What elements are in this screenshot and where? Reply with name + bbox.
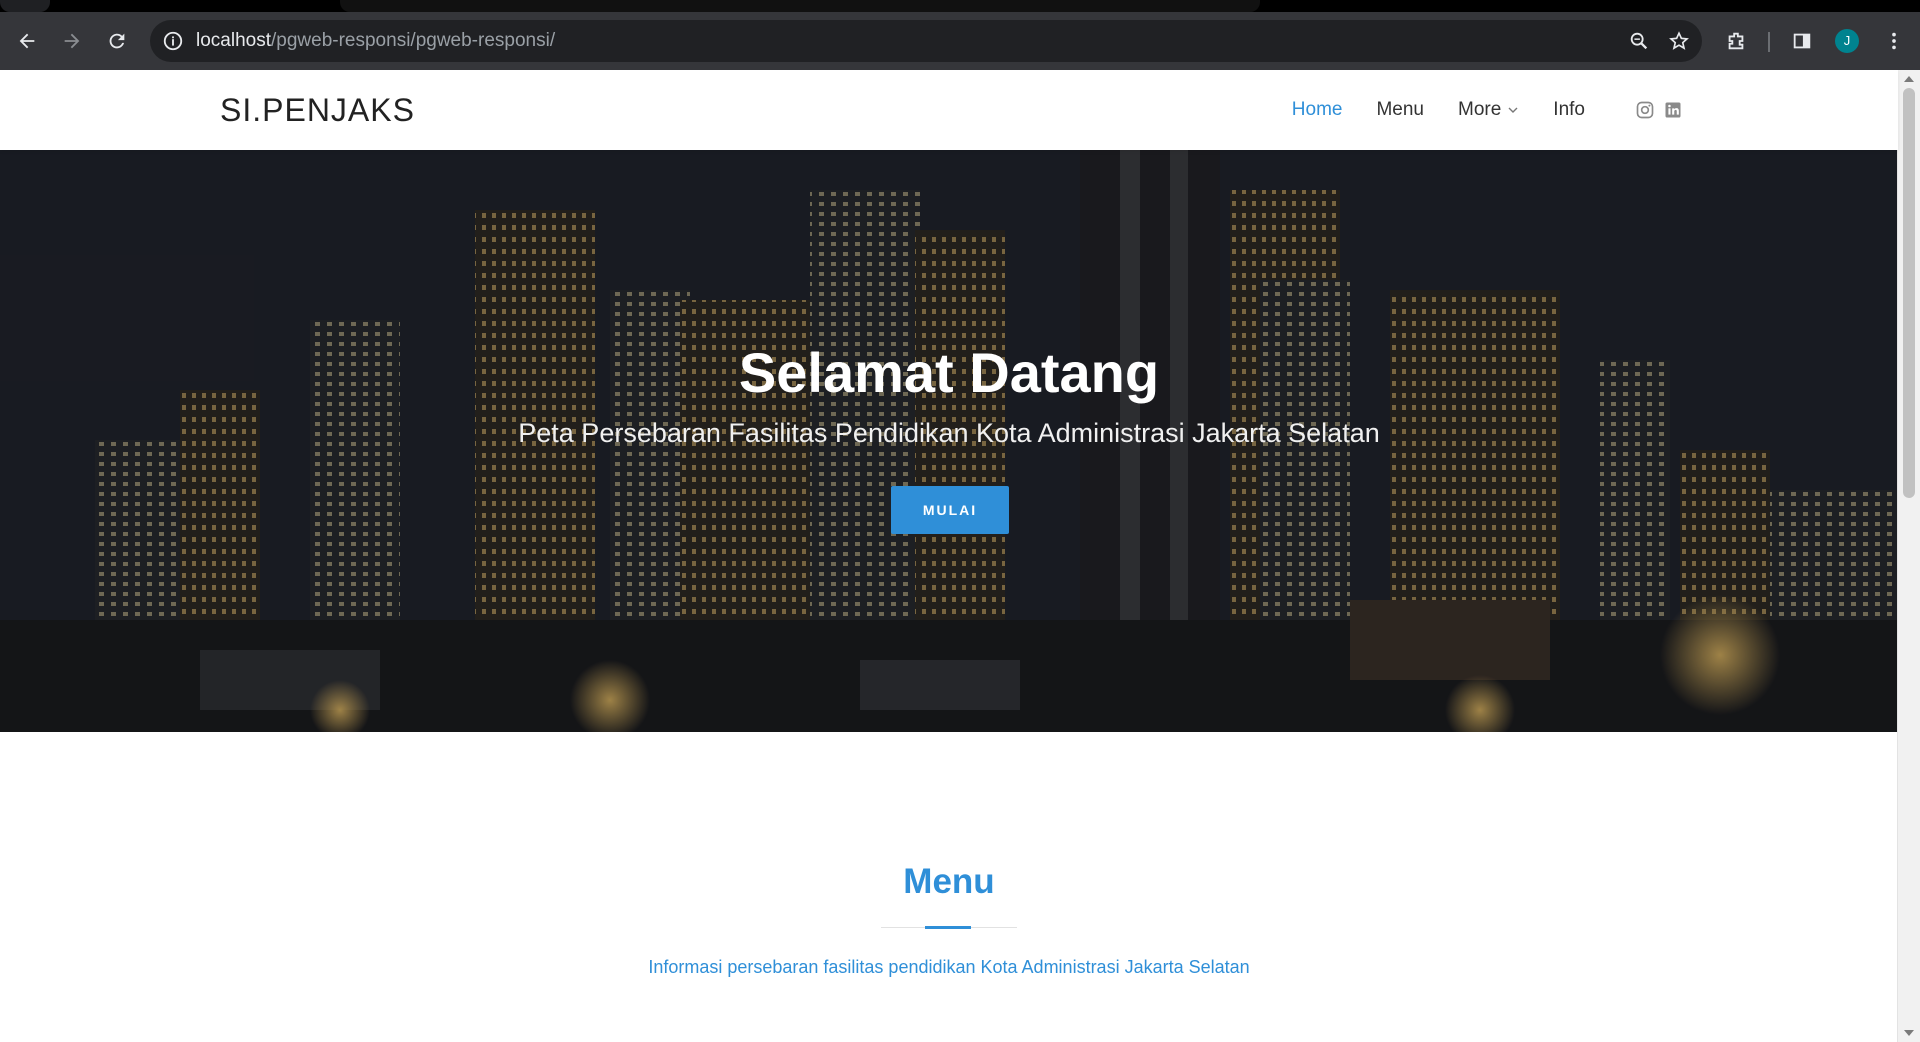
- site-navbar: SI.PENJAKS Home Menu More Info: [0, 70, 1898, 150]
- social-links: [1627, 100, 1683, 120]
- back-icon[interactable]: [15, 29, 39, 53]
- page-scrollbar[interactable]: [1897, 70, 1920, 1042]
- scroll-up-arrow-icon[interactable]: [1904, 76, 1914, 82]
- nav-info[interactable]: Info: [1553, 99, 1585, 121]
- nav-menu[interactable]: Menu: [1376, 99, 1424, 121]
- browser-toolbar: localhost/pgweb-responsi/pgweb-responsi/…: [0, 12, 1920, 70]
- url-host: localhost: [196, 30, 271, 51]
- start-button[interactable]: MULAI: [891, 486, 1009, 534]
- site-logo[interactable]: SI.PENJAKS: [220, 90, 415, 130]
- menu-section-description: Informasi persebaran fasilitas pendidika…: [648, 957, 1250, 977]
- hero-subtitle: Peta Persebaran Fasilitas Pendidikan Kot…: [518, 418, 1380, 448]
- instagram-icon[interactable]: [1635, 100, 1655, 120]
- linkedin-icon[interactable]: [1663, 100, 1683, 120]
- info-icon[interactable]: [162, 30, 184, 52]
- toolbar-divider: [1768, 32, 1770, 52]
- url-path: /pgweb-responsi/pgweb-responsi/: [271, 30, 556, 51]
- address-bar[interactable]: localhost/pgweb-responsi/pgweb-responsi/: [150, 20, 1702, 62]
- star-icon[interactable]: [1668, 30, 1690, 52]
- zoom-icon[interactable]: [1628, 30, 1650, 52]
- hero-banner: Selamat Datang Peta Persebaran Fasilitas…: [0, 150, 1898, 732]
- main-nav: Home Menu More Info: [1258, 70, 1898, 150]
- nav-more-label: More: [1458, 99, 1502, 120]
- forward-icon[interactable]: [60, 29, 84, 53]
- side-panel-icon[interactable]: [1790, 29, 1814, 53]
- url-text[interactable]: localhost/pgweb-responsi/pgweb-responsi/: [196, 29, 555, 53]
- menu-icon[interactable]: [1882, 29, 1906, 53]
- page-viewport: SI.PENJAKS Home Menu More Info Selamat D…: [0, 70, 1920, 1042]
- chevron-down-icon: [1508, 107, 1518, 113]
- nav-home[interactable]: Home: [1292, 99, 1343, 121]
- reload-icon[interactable]: [105, 29, 129, 53]
- scrollbar-thumb[interactable]: [1903, 88, 1915, 498]
- menu-section-title: Menu: [903, 862, 995, 901]
- profile-avatar[interactable]: J: [1835, 29, 1859, 53]
- tab-strip: [0, 0, 1920, 12]
- extensions-icon[interactable]: [1724, 29, 1748, 53]
- nav-more[interactable]: More: [1458, 99, 1519, 121]
- section-divider-accent: [925, 926, 971, 929]
- hero-title: Selamat Datang: [738, 341, 1160, 404]
- scroll-down-arrow-icon[interactable]: [1904, 1030, 1914, 1036]
- tab-fragment[interactable]: [340, 0, 1260, 12]
- tab-fragment[interactable]: [0, 0, 50, 12]
